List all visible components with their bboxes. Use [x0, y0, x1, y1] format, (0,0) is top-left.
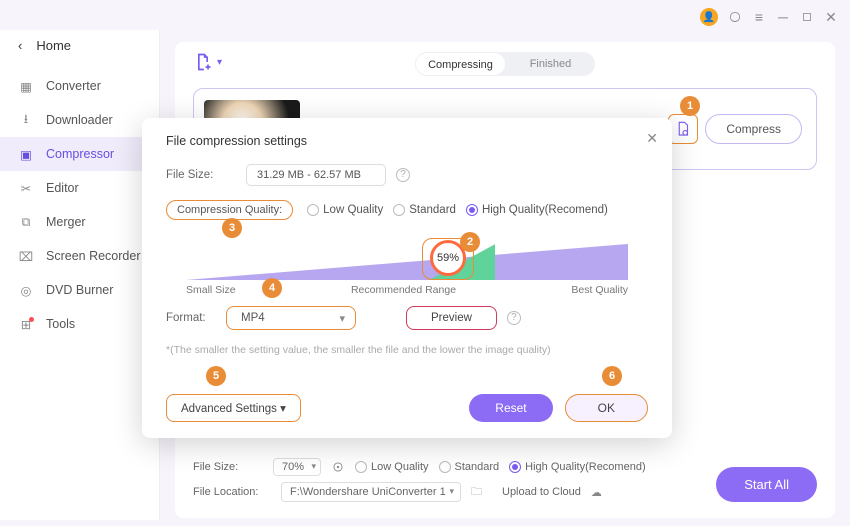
slider-scale: Small Size Recommended Range Best Qualit… — [186, 284, 628, 296]
sidebar-item-label: Editor — [46, 181, 79, 195]
help-icon[interactable]: ? — [396, 168, 410, 182]
merger-icon: ⧉ — [18, 214, 34, 230]
folder-icon[interactable]: 🗀 — [471, 483, 482, 502]
tab-compressing[interactable]: Compressing — [416, 53, 505, 75]
chevron-down-icon: ▾ — [280, 403, 286, 415]
radio-label: High Quality(Recomend) — [525, 461, 645, 473]
footer-file-size-select[interactable]: 70% — [273, 458, 321, 476]
compression-settings-dialog: File compression settings ✕ File Size: 3… — [142, 118, 672, 438]
sidebar-item-screen-recorder[interactable]: ⌧ Screen Recorder — [0, 239, 159, 273]
annotation-3: 3 — [222, 218, 242, 238]
format-label: Format: — [166, 312, 216, 324]
annotation-4: 4 — [262, 278, 282, 298]
footer-radio-standard[interactable]: Standard — [439, 461, 500, 473]
upload-cloud-label: Upload to Cloud — [502, 486, 581, 498]
notification-dot — [29, 317, 34, 322]
footer-location-field[interactable]: F:\Wondershare UniConverter 1 — [281, 482, 461, 502]
compress-button[interactable]: Compress — [705, 114, 802, 144]
chevron-left-icon: ‹ — [18, 38, 22, 53]
add-file-icon — [193, 52, 213, 72]
editor-icon: ✂ — [18, 180, 34, 196]
sidebar-item-label: Compressor — [46, 147, 114, 161]
sidebar-item-tools[interactable]: ⊞Tools — [0, 307, 159, 341]
compression-quality-label: Compression Quality: — [166, 200, 293, 220]
compress-icon: ▣ — [18, 146, 34, 162]
back-home[interactable]: ‹ Home — [0, 30, 159, 69]
sidebar-item-merger[interactable]: ⧉ Merger — [0, 205, 159, 239]
cloud-icon[interactable]: ☁ — [591, 486, 602, 499]
quality-slider[interactable]: 59% Small Size Recommended Range Best Qu… — [166, 234, 648, 290]
scale-recommended: Recommended Range — [351, 284, 456, 296]
footer-location-label: File Location: — [193, 486, 271, 498]
sidebar-item-compressor[interactable]: ▣ Compressor — [0, 137, 159, 171]
radio-standard[interactable]: Standard — [393, 204, 456, 216]
radio-label: High Quality(Recomend) — [482, 204, 608, 216]
radio-label: Low Quality — [371, 461, 428, 473]
file-gear-icon — [674, 120, 692, 138]
ok-button[interactable]: OK — [565, 394, 648, 422]
sidebar-item-dvd-burner[interactable]: ◎ DVD Burner — [0, 273, 159, 307]
maximize-icon[interactable] — [800, 10, 814, 24]
radio-label: Standard — [455, 461, 500, 473]
file-size-label: File Size: — [166, 169, 236, 181]
advanced-label: Advanced Settings — [181, 403, 277, 415]
scale-small: Small Size — [186, 284, 236, 296]
sidebar-item-label: Screen Recorder — [46, 249, 141, 263]
dvd-icon: ◎ — [18, 282, 34, 298]
scale-best: Best Quality — [571, 284, 628, 296]
footer-radio-low[interactable]: Low Quality — [355, 461, 428, 473]
reset-button[interactable]: Reset — [469, 394, 552, 422]
back-label: Home — [36, 38, 71, 53]
sidebar-item-downloader[interactable]: ⭳ Downloader — [0, 103, 159, 137]
annotation-1: 1 — [680, 96, 700, 116]
annotation-2: 2 — [460, 232, 480, 252]
advanced-settings-button[interactable]: Advanced Settings ▾ — [166, 394, 301, 422]
dialog-close-button[interactable]: ✕ — [646, 130, 658, 147]
format-select[interactable]: MP4 — [226, 306, 356, 330]
sidebar-item-editor[interactable]: ✂ Editor — [0, 171, 159, 205]
quality-note: *(The smaller the setting value, the sma… — [166, 344, 648, 356]
preview-button[interactable]: Preview — [406, 306, 497, 330]
chevron-down-icon: ▾ — [217, 57, 222, 68]
sidebar-item-label: Tools — [46, 317, 75, 331]
support-icon[interactable] — [728, 10, 742, 24]
recorder-icon: ⌧ — [18, 248, 34, 264]
radio-high-quality[interactable]: High Quality(Recomend) — [466, 204, 608, 216]
sidebar-item-label: DVD Burner — [46, 283, 113, 297]
converter-icon: ▦ — [18, 78, 34, 94]
file-size-field[interactable]: 31.29 MB - 62.57 MB — [246, 164, 386, 186]
sidebar: ‹ Home ▦ Converter ⭳ Downloader ▣ Compresso… — [0, 30, 160, 520]
sidebar-item-label: Converter — [46, 79, 101, 93]
menu-icon[interactable]: ≡ — [752, 10, 766, 24]
radio-label: Standard — [409, 204, 456, 216]
annotation-5: 5 — [206, 366, 226, 386]
minimize-icon[interactable]: ─ — [776, 10, 790, 24]
sidebar-item-label: Merger — [46, 215, 86, 229]
radio-label: Low Quality — [323, 204, 383, 216]
add-file-button[interactable]: ▾ — [193, 52, 222, 72]
dialog-title: File compression settings — [166, 134, 648, 148]
file-settings-button[interactable] — [668, 114, 698, 144]
sidebar-item-converter[interactable]: ▦ Converter — [0, 69, 159, 103]
footer-file-size-label: File Size: — [193, 461, 263, 473]
slider-value: 59% — [437, 252, 459, 264]
avatar[interactable]: 👤 — [700, 8, 718, 26]
radio-low-quality[interactable]: Low Quality — [307, 204, 383, 216]
sidebar-item-label: Downloader — [46, 113, 113, 127]
window-controls: 👤 ≡ ─ ✕ — [700, 8, 838, 26]
annotation-6: 6 — [602, 366, 622, 386]
footer-radio-high[interactable]: High Quality(Recomend) — [509, 461, 645, 473]
close-icon[interactable]: ✕ — [824, 10, 838, 24]
tab-bar: Compressing Finished — [415, 52, 595, 76]
start-all-button[interactable]: Start All — [716, 467, 817, 502]
tab-finished[interactable]: Finished — [506, 52, 595, 76]
download-icon: ⭳ — [18, 112, 34, 128]
target-icon[interactable] — [331, 460, 345, 474]
footer-bar: File Size: 70% Low Quality Standard High… — [193, 458, 817, 508]
help-icon[interactable]: ? — [507, 311, 521, 325]
